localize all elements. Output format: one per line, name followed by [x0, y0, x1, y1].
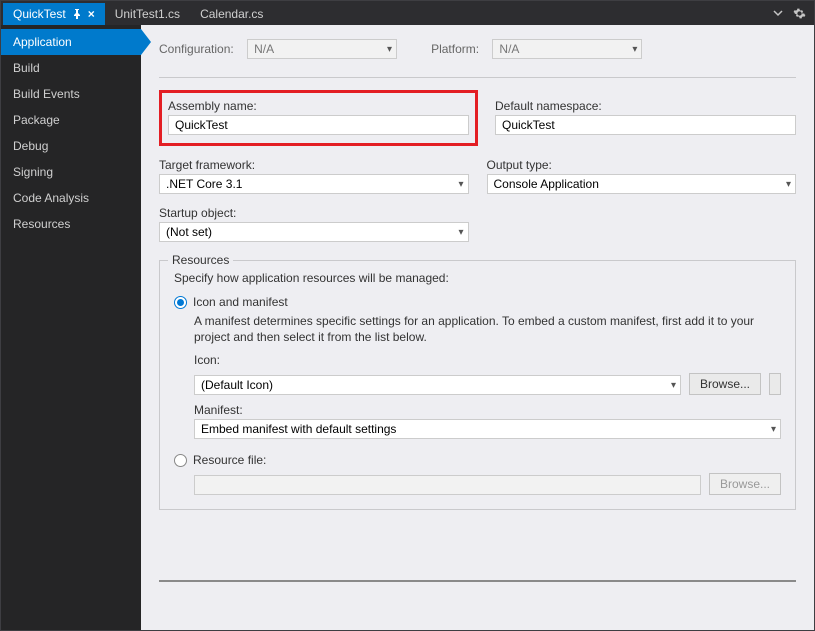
manifest-label: Manifest:: [194, 403, 781, 417]
output-type-select[interactable]: Console Application ▾: [487, 174, 797, 194]
resource-file-option[interactable]: Resource file:: [174, 453, 781, 467]
pin-icon[interactable]: [72, 9, 82, 19]
tab-strip-tools: [773, 7, 814, 20]
sidebar-item-label: Package: [13, 113, 60, 127]
icon-manifest-help: A manifest determines specific settings …: [194, 313, 781, 345]
config-platform-row: Configuration: N/A ▾ Platform: N/A ▾: [159, 39, 796, 59]
chevron-down-icon: ▾: [786, 179, 791, 190]
chevron-down-icon: ▾: [632, 44, 637, 55]
application-page: Configuration: N/A ▾ Platform: N/A ▾: [141, 25, 814, 630]
sidebar-item-resources[interactable]: Resources: [1, 211, 141, 237]
browse-resource-file-button: Browse...: [709, 473, 781, 495]
chevron-down-icon: ▾: [458, 227, 463, 238]
icon-label: Icon:: [194, 353, 781, 367]
resources-description: Specify how application resources will b…: [174, 271, 781, 285]
tab-label: Calendar.cs: [200, 7, 263, 21]
project-properties-window: QuickTest × UnitTest1.cs Calendar.cs App…: [0, 0, 815, 631]
platform-label: Platform:: [431, 42, 479, 56]
resources-groupbox: Resources Specify how application resour…: [159, 260, 796, 510]
tab-quicktest[interactable]: QuickTest ×: [3, 3, 105, 25]
configuration-select: N/A ▾: [247, 39, 397, 59]
platform-select: N/A ▾: [492, 39, 642, 59]
target-framework-select[interactable]: .NET Core 3.1 ▾: [159, 174, 469, 194]
output-type-value: Console Application: [494, 177, 599, 191]
sidebar-item-label: Application: [13, 35, 72, 49]
dropdown-icon[interactable]: [773, 8, 783, 18]
tab-unittest1[interactable]: UnitTest1.cs: [105, 3, 190, 25]
sidebar-item-application[interactable]: Application: [1, 29, 141, 55]
resources-legend: Resources: [168, 253, 233, 267]
chevron-down-icon: ▾: [671, 380, 676, 391]
radio-checked-icon[interactable]: [174, 296, 187, 309]
assembly-name-group-highlighted: Assembly name:: [159, 90, 478, 146]
configuration-label: Configuration:: [159, 42, 234, 56]
startup-object-select[interactable]: (Not set) ▾: [159, 222, 469, 242]
icon-select[interactable]: (Default Icon) ▾: [194, 375, 681, 395]
sidebar-item-signing[interactable]: Signing: [1, 159, 141, 185]
editor-body: Application Build Build Events Package D…: [1, 25, 814, 630]
chevron-down-icon: ▾: [771, 424, 776, 435]
radio-unchecked-icon[interactable]: [174, 454, 187, 467]
icon-value: (Default Icon): [201, 378, 273, 392]
sidebar-item-package[interactable]: Package: [1, 107, 141, 133]
gear-icon[interactable]: [793, 7, 806, 20]
tab-label: UnitTest1.cs: [115, 7, 180, 21]
sidebar-item-code-analysis[interactable]: Code Analysis: [1, 185, 141, 211]
document-tab-strip: QuickTest × UnitTest1.cs Calendar.cs: [1, 1, 814, 25]
sidebar-item-label: Signing: [13, 165, 53, 179]
target-framework-value: .NET Core 3.1: [166, 177, 242, 191]
icon-manifest-option[interactable]: Icon and manifest: [174, 295, 781, 309]
sidebar-item-label: Resources: [13, 217, 70, 231]
manifest-value: Embed manifest with default settings: [201, 422, 396, 436]
sidebar-item-build[interactable]: Build: [1, 55, 141, 81]
sidebar-item-label: Build: [13, 61, 40, 75]
output-type-label: Output type:: [487, 158, 797, 172]
property-page-sidebar: Application Build Build Events Package D…: [1, 25, 141, 630]
close-icon[interactable]: ×: [88, 7, 95, 21]
startup-object-value: (Not set): [166, 225, 212, 239]
resource-file-label: Resource file:: [193, 453, 266, 467]
assembly-name-label: Assembly name:: [168, 99, 469, 113]
configuration-value: N/A: [254, 42, 274, 56]
sidebar-item-label: Code Analysis: [13, 191, 89, 205]
sidebar-item-build-events[interactable]: Build Events: [1, 81, 141, 107]
tab-calendar[interactable]: Calendar.cs: [190, 3, 273, 25]
platform-value: N/A: [499, 42, 519, 56]
icon-preview-placeholder: [769, 373, 781, 395]
sidebar-item-label: Build Events: [13, 87, 80, 101]
default-namespace-label: Default namespace:: [495, 99, 796, 113]
chevron-down-icon: ▾: [458, 179, 463, 190]
assembly-name-input[interactable]: [168, 115, 469, 135]
startup-object-label: Startup object:: [159, 206, 469, 220]
manifest-select[interactable]: Embed manifest with default settings ▾: [194, 419, 781, 439]
sidebar-item-debug[interactable]: Debug: [1, 133, 141, 159]
bottom-divider: [159, 580, 796, 582]
target-framework-label: Target framework:: [159, 158, 469, 172]
browse-icon-button[interactable]: Browse...: [689, 373, 761, 395]
tab-label: QuickTest: [13, 7, 66, 21]
default-namespace-input[interactable]: [495, 115, 796, 135]
divider: [159, 77, 796, 78]
icon-manifest-label: Icon and manifest: [193, 295, 288, 309]
sidebar-item-label: Debug: [13, 139, 48, 153]
resource-file-input: [194, 475, 701, 495]
chevron-down-icon: ▾: [387, 44, 392, 55]
